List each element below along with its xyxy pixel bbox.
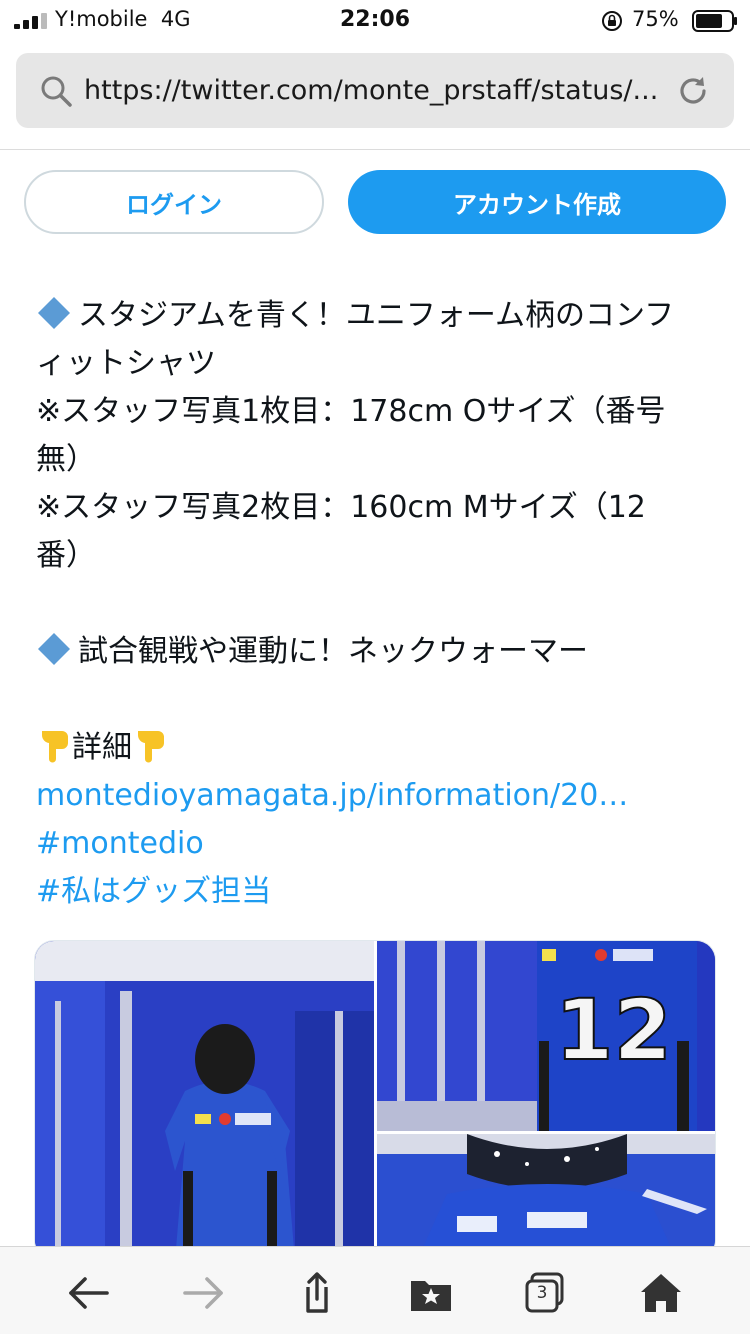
search-icon (41, 76, 72, 107)
pointing-down-icon (41, 731, 68, 763)
tabs-icon[interactable]: 3 (522, 1271, 568, 1315)
tweet-line: ィットシャツ (36, 346, 216, 381)
pointing-down-icon (137, 731, 164, 763)
tabs-count: 3 (536, 1283, 548, 1303)
tweet-line: ※スタッフ写真1枚目：178cm Oサイズ（番号 (36, 394, 666, 429)
photo-neck-warmer[interactable] (377, 1134, 715, 1259)
battery-icon (692, 10, 737, 32)
hashtag-montedio[interactable]: #montedio (36, 820, 726, 868)
orientation-lock-icon (602, 11, 622, 31)
blue-diamond-icon (38, 633, 70, 665)
photo-2-image: 12 (377, 941, 715, 1131)
create-account-button[interactable]: アカウント作成 (348, 170, 726, 234)
photo-staff-number[interactable]: 12 (377, 941, 715, 1131)
photo-1-image (35, 941, 374, 1259)
tweet-line: 試合観戦や運動に！ネックウォーマー (36, 628, 726, 676)
bookmarks-icon[interactable] (408, 1271, 454, 1315)
tweet-line: スタジアムを青く！ユニフォーム柄のコンフ (36, 292, 726, 340)
status-bar: Y!mobile 4G 22:06 75% (0, 0, 750, 42)
media-grid: 12 (34, 940, 716, 1260)
reload-icon[interactable] (674, 72, 712, 110)
url-text[interactable]: https://twitter.com/monte_prstaff/status… (84, 75, 674, 106)
tweet-text: スタジアムを青く！ユニフォーム柄のコンフ ィットシャツ ※スタッフ写真1枚目：1… (36, 292, 726, 916)
tweet-line: ※スタッフ写真2枚目：160cm Mサイズ（12 (36, 490, 646, 525)
tweet-line: 番） (36, 538, 96, 573)
blue-diamond-icon (38, 297, 70, 329)
share-icon[interactable] (294, 1271, 340, 1315)
hashtag-goods[interactable]: #私はグッズ担当 (36, 868, 726, 916)
back-arrow-icon[interactable] (66, 1271, 112, 1315)
battery-percent: 75% (632, 7, 679, 31)
browser-toolbar: 3 (0, 1246, 750, 1334)
photo-staff-back[interactable] (35, 941, 374, 1259)
jersey-number: 12 (555, 981, 672, 1079)
photo-3-image (377, 1134, 715, 1259)
header-divider (0, 149, 750, 150)
home-icon[interactable] (638, 1271, 684, 1315)
login-button[interactable]: ログイン (24, 170, 324, 234)
tweet-line: 無） (36, 442, 96, 477)
address-bar[interactable]: https://twitter.com/monte_prstaff/status… (16, 53, 734, 128)
details-line: 詳細 (36, 724, 726, 772)
information-link[interactable]: montedioyamagata.jp/information/20… (36, 772, 726, 820)
forward-arrow-icon[interactable] (180, 1271, 226, 1315)
